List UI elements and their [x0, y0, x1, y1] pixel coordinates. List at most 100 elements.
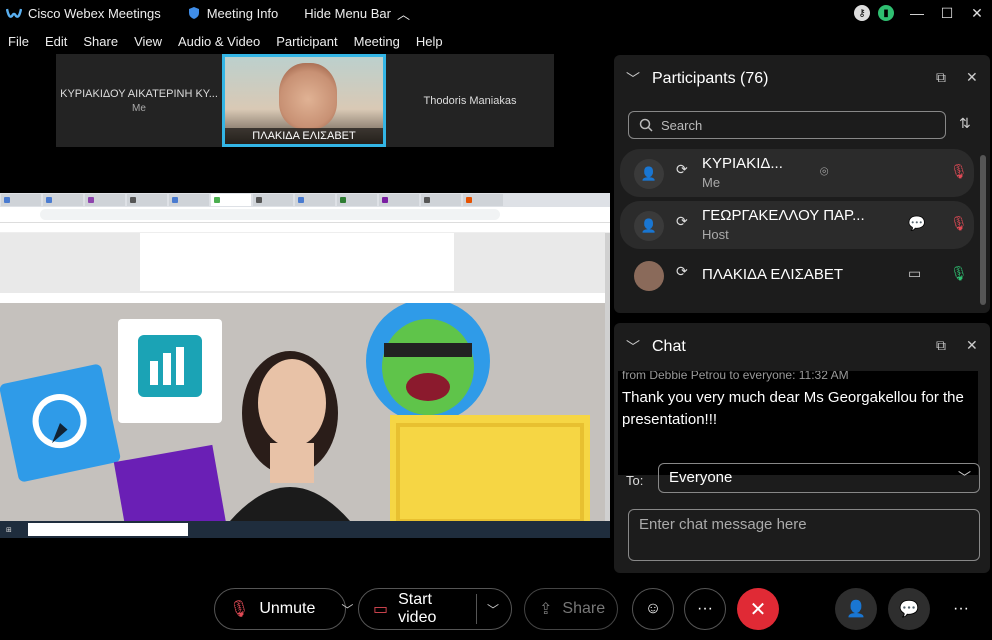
participants-scrollbar[interactable] [980, 155, 986, 305]
browser-tab-strip [0, 193, 610, 207]
network-stats-icon[interactable]: ▮ [878, 5, 894, 21]
chevron-down-icon: ﹀ [957, 470, 971, 485]
chat-header: ﹀ Chat ⧉ ✕ [614, 323, 990, 371]
chevron-up-icon: ︿ [396, 6, 410, 22]
participant-role: Me [702, 175, 721, 190]
web-card [140, 233, 454, 291]
sync-icon: ⟳ [676, 213, 688, 229]
address-field [40, 209, 500, 220]
menu-file[interactable]: File [8, 34, 29, 49]
participants-panel: ﹀ Participants (76) ⧉ ✕ Search ⇅ 👤 ⟳ ΚΥΡ… [614, 55, 990, 313]
chat-message: Thank you very much dear Ms Georgakellou… [622, 389, 964, 428]
chat-message-list[interactable]: from Debbie Petrou to everyone: 11:32 AM… [618, 371, 978, 475]
video-tile-participant[interactable]: Thodoris Maniakas [386, 54, 554, 147]
browser-tab [295, 194, 335, 206]
popout-icon[interactable]: ⧉ [936, 337, 946, 354]
chevron-down-icon[interactable]: ﹀ [626, 337, 640, 357]
shared-screen[interactable]: ⊞ [0, 193, 610, 538]
recipient-value: Everyone [669, 469, 733, 486]
menu-view[interactable]: View [134, 34, 162, 49]
popout-icon[interactable]: ⧉ [936, 69, 946, 86]
app-title: Cisco Webex Meetings [6, 6, 161, 21]
muted-mic-icon[interactable]: 🎙 [950, 215, 968, 232]
muted-mic-icon: 🎙 [229, 601, 250, 618]
shield-icon [188, 7, 199, 19]
windows-taskbar: ⊞ [0, 521, 610, 538]
video-strip: ΚΥΡΙΑΚΙΔΟΥ ΑΙΚΑΤΕΡΙΝΗ ΚΥ... Me ΠΛΑΚΙΔΑ Ε… [56, 54, 554, 147]
avatar: 👤 [634, 211, 664, 241]
chat-panel: ﹀ Chat ⧉ ✕ from Debbie Petrou to everyon… [614, 323, 990, 573]
mic-icon[interactable]: 🎙 [950, 265, 968, 282]
leave-meeting-button[interactable]: ✕ [737, 588, 779, 630]
more-icon: ··· [953, 600, 969, 617]
search-icon [639, 118, 653, 132]
web-page-area [0, 233, 610, 293]
participants-title: Participants (76) [652, 70, 769, 87]
title-bar: Cisco Webex Meetings Meeting Info Hide M… [0, 0, 992, 26]
close-icon[interactable]: ✕ [966, 69, 978, 86]
windows-start-icon: ⊞ [6, 526, 12, 534]
participants-toggle-button[interactable]: 👤 [835, 588, 877, 630]
meeting-controls-bar: 🎙 Unmute ﹀ ▭ Start video ﹀ ⇪ Share ☺ ···… [0, 580, 992, 640]
video-tile-self[interactable]: ΚΥΡΙΑΚΙΔΟΥ ΑΙΚΑΤΕΡΙΝΗ ΚΥ... Me [56, 54, 222, 147]
key-icon[interactable]: ⚷ [854, 5, 870, 21]
tile-name: ΠΛΑΚΙΔΑ ΕΛΙΣΑΒΕΤ [225, 128, 383, 144]
chevron-down-icon[interactable]: ﹀ [487, 601, 499, 618]
sort-icon[interactable]: ⇅ [959, 115, 971, 132]
chevron-down-icon[interactable]: ﹀ [626, 69, 640, 89]
emoji-icon: ☺ [644, 600, 662, 617]
share-scrollbar[interactable] [605, 233, 610, 521]
minimize-button[interactable]: — [902, 0, 932, 26]
reactions-button[interactable]: ☺ [632, 588, 674, 630]
presentation-slide-graphic [0, 303, 605, 521]
maximize-button[interactable]: ☐ [932, 0, 962, 26]
muted-mic-icon[interactable]: 🎙 [950, 163, 968, 180]
browser-tab [421, 194, 461, 206]
more-icon: ··· [697, 600, 713, 617]
participant-row[interactable]: 👤 ⟳ ΚΥΡΙΑΚΙΔ... Me ⌾ 🎙 [620, 149, 974, 197]
browser-tab [127, 194, 167, 206]
video-tile-active-speaker[interactable]: ΠΛΑΚΙΔΑ ΕΛΙΣΑΒΕΤ [222, 54, 386, 147]
start-video-button[interactable]: ▭ Start video ﹀ [358, 588, 512, 630]
tile-sub: Me [132, 102, 146, 114]
share-button[interactable]: ⇪ Share [524, 588, 618, 630]
sync-icon: ⟳ [676, 161, 688, 177]
panel-options-button[interactable]: ··· [940, 588, 982, 630]
window-controls: ⚷ ▮ — ☐ ✕ [854, 0, 992, 26]
browser-tab [379, 194, 419, 206]
close-icon[interactable]: ✕ [966, 337, 978, 354]
mouse-icon: ⌾ [820, 163, 829, 179]
unmute-button[interactable]: 🎙 Unmute ﹀ [214, 588, 353, 630]
browser-tab [253, 194, 293, 206]
menu-share[interactable]: Share [83, 34, 118, 49]
more-options-button[interactable]: ··· [684, 588, 726, 630]
menu-meeting[interactable]: Meeting [354, 34, 400, 49]
menu-help[interactable]: Help [416, 34, 443, 49]
browser-tab [211, 194, 251, 206]
menu-audio-video[interactable]: Audio & Video [178, 34, 260, 49]
avatar [634, 261, 664, 291]
participant-video [279, 63, 337, 129]
close-window-button[interactable]: ✕ [962, 0, 992, 26]
meeting-info-button[interactable]: Meeting Info [187, 5, 279, 21]
chat-input-placeholder: Enter chat message here [639, 516, 807, 533]
chat-recipient-select[interactable]: Everyone ﹀ [658, 463, 980, 493]
participants-header: ﹀ Participants (76) ⧉ ✕ [614, 55, 990, 103]
participant-search-input[interactable]: Search [628, 111, 946, 139]
participant-row[interactable]: ⟳ ΠΛΑΚΙΔΑ ΕΛΙΣΑΒΕΤ ▭ 🎙 [620, 251, 974, 299]
participant-name: ΠΛΑΚΙΔΑ ΕΛΙΣΑΒΕΤ [702, 266, 844, 283]
hide-menu-bar-button[interactable]: Hide Menu Bar ︿ [304, 4, 410, 23]
chevron-down-icon[interactable]: ﹀ [341, 601, 353, 618]
chat-message-input[interactable]: Enter chat message here [628, 509, 980, 561]
chat-bubble-icon[interactable]: 💬 [908, 215, 925, 232]
menu-bar: File Edit Share View Audio & Video Parti… [0, 30, 451, 52]
video-camera-icon[interactable]: ▭ [908, 265, 921, 282]
chat-bubble-icon: 💬 [899, 601, 919, 618]
participant-row[interactable]: 👤 ⟳ ΓΕΩΡΓΑΚΕΛΛΟΥ ΠΑΡ... Host 💬 🎙 [620, 201, 974, 249]
meeting-info-label: Meeting Info [206, 5, 279, 21]
start-video-label: Start video [398, 591, 437, 626]
browser-tab [169, 194, 209, 206]
menu-participant[interactable]: Participant [276, 34, 337, 49]
chat-toggle-button[interactable]: 💬 [888, 588, 930, 630]
menu-edit[interactable]: Edit [45, 34, 67, 49]
